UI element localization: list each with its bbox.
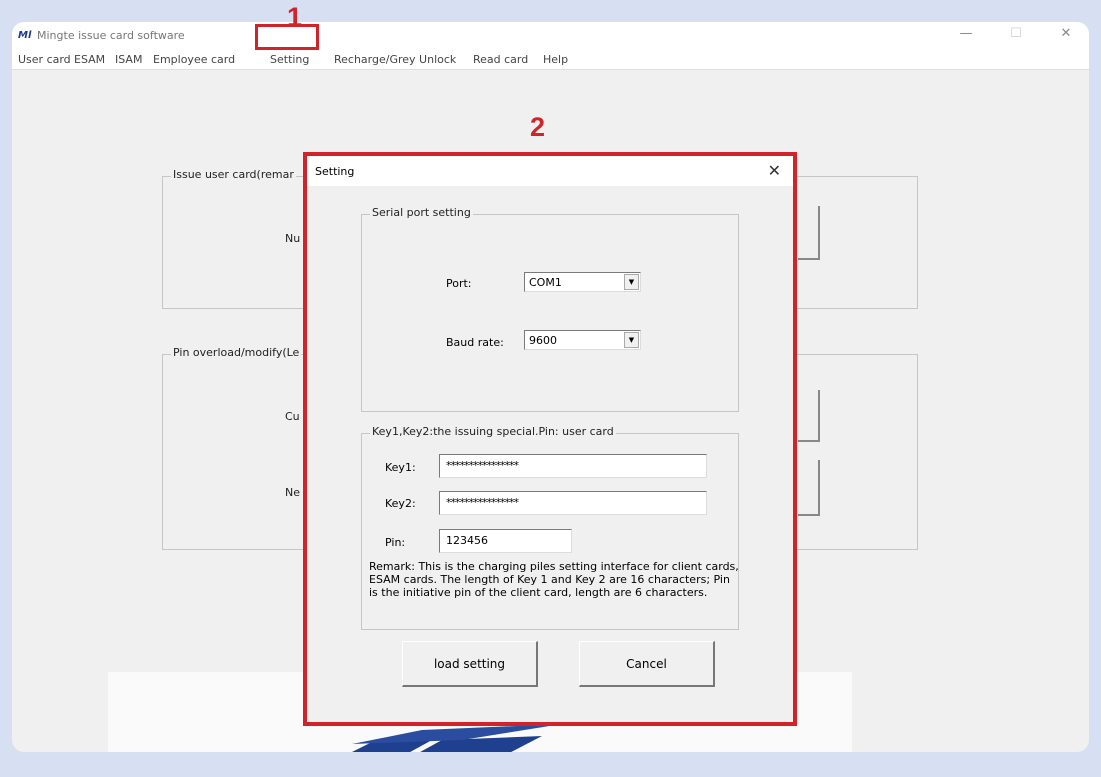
issue-field-label: Nu	[285, 232, 301, 245]
logo-graphic	[352, 724, 562, 752]
callout-2: 2	[530, 112, 546, 142]
pin-current-label: Cu	[285, 410, 300, 423]
pin-button-edge-1[interactable]	[798, 390, 820, 442]
menu-esam[interactable]: ESAM	[74, 53, 105, 66]
menu-isam[interactable]: ISAM	[115, 53, 142, 66]
menu-setting[interactable]: Setting	[270, 53, 309, 66]
issue-button-edge[interactable]	[798, 206, 820, 260]
app-icon: Ml	[18, 30, 32, 41]
dialog-highlight	[303, 152, 797, 726]
menu-help[interactable]: Help	[543, 53, 568, 66]
menu-employee-card[interactable]: Employee card	[153, 53, 235, 66]
minimize-button[interactable]: —	[954, 26, 978, 41]
menu-read-card[interactable]: Read card	[473, 53, 528, 66]
title-bar: Ml Mingte issue card software — ☐ ✕	[12, 22, 1089, 50]
issue-user-card-label: Issue user card(remar	[171, 168, 296, 181]
maximize-button[interactable]: ☐	[1004, 26, 1028, 41]
pin-button-edge-2[interactable]	[798, 460, 820, 516]
menu-bar: User card ESAM ISAM Employee card Settin…	[12, 50, 1089, 70]
callout-1: 1	[287, 2, 303, 32]
close-button[interactable]: ✕	[1054, 26, 1078, 41]
app-title: Mingte issue card software	[37, 29, 185, 42]
pin-new-label: Ne	[285, 486, 300, 499]
menu-recharge-grey-unlock[interactable]: Recharge/Grey Unlock	[334, 53, 456, 66]
menu-user-card[interactable]: User card	[18, 53, 71, 66]
pin-modify-label: Pin overload/modify(Le	[171, 346, 302, 359]
